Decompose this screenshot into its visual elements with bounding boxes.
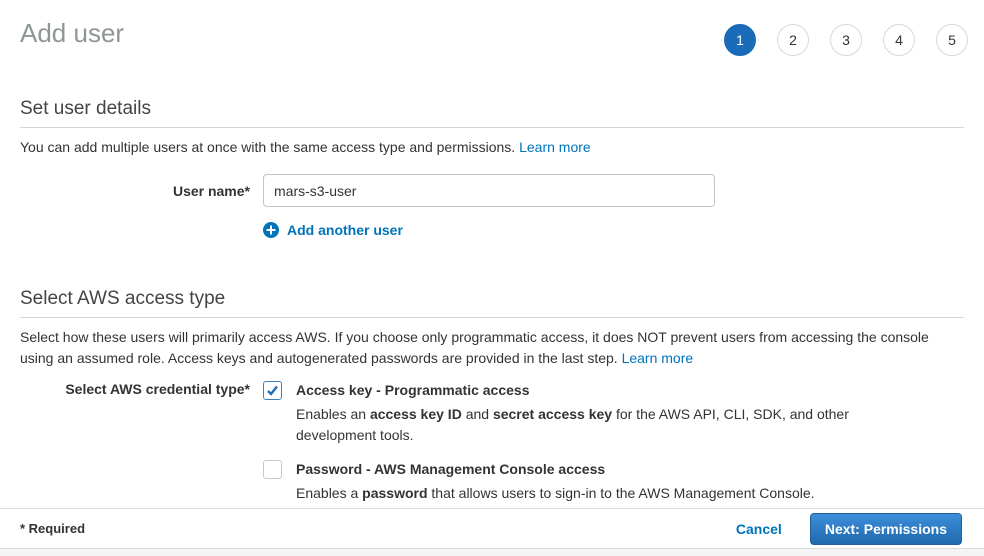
select-access-type-section: Select AWS access type Select how these … (0, 288, 984, 504)
password-checkbox[interactable] (263, 460, 282, 479)
desc-text: Enables a (296, 485, 362, 501)
desc-text: that allows users to sign-in to the AWS … (428, 485, 815, 501)
access-type-description-text: Select how these users will primarily ac… (20, 329, 929, 366)
access-key-option: Access key - Programmatic access Enables… (263, 381, 858, 446)
page-bottom-strip (0, 548, 984, 556)
page-title: Add user (20, 18, 124, 49)
password-option-title: Password - AWS Management Console access (296, 460, 815, 479)
credential-type-label: Select AWS credential type* (0, 381, 250, 397)
password-option: Password - AWS Management Console access… (263, 460, 858, 504)
user-details-description: You can add multiple users at once with … (20, 137, 964, 158)
learn-more-link-user-details[interactable]: Learn more (519, 139, 591, 155)
required-note: * Required (20, 521, 85, 536)
password-option-desc: Enables a password that allows users to … (296, 483, 815, 504)
footer-actions: Cancel Next: Permissions (736, 513, 962, 545)
wizard-header: Add user 1 2 3 4 5 (0, 0, 984, 56)
section-divider (20, 127, 964, 128)
access-key-option-desc: Enables an access key ID and secret acce… (296, 404, 858, 446)
section-heading-user-details: Set user details (20, 98, 964, 120)
add-another-user-label[interactable]: Add another user (287, 222, 403, 238)
desc-text: Enables an (296, 406, 370, 422)
username-row: User name* (0, 174, 984, 207)
access-key-checkbox[interactable] (263, 381, 282, 400)
learn-more-link-access-type[interactable]: Learn more (622, 350, 694, 366)
section-divider (20, 317, 964, 318)
desc-bold: secret access key (493, 406, 612, 422)
password-option-text: Password - AWS Management Console access… (296, 460, 815, 504)
add-user-page: Add user 1 2 3 4 5 Set user details You … (0, 0, 984, 556)
step-2: 2 (777, 24, 809, 56)
set-user-details-section: Set user details You can add multiple us… (0, 98, 984, 238)
add-another-user-button[interactable]: Add another user (263, 222, 984, 238)
step-3: 3 (830, 24, 862, 56)
section-heading-access-type: Select AWS access type (20, 288, 964, 310)
credential-type-row: Select AWS credential type* Access key -… (0, 381, 984, 504)
username-label: User name* (0, 183, 250, 199)
step-4: 4 (883, 24, 915, 56)
next-permissions-button[interactable]: Next: Permissions (810, 513, 962, 545)
access-key-option-text: Access key - Programmatic access Enables… (296, 381, 858, 446)
desc-text: and (462, 406, 493, 422)
access-type-description: Select how these users will primarily ac… (20, 327, 964, 369)
username-input[interactable] (263, 174, 715, 207)
step-5: 5 (936, 24, 968, 56)
credential-options: Access key - Programmatic access Enables… (263, 381, 858, 504)
user-details-description-text: You can add multiple users at once with … (20, 139, 515, 155)
access-key-option-title: Access key - Programmatic access (296, 381, 858, 400)
step-1: 1 (724, 24, 756, 56)
desc-bold: password (362, 485, 427, 501)
wizard-footer: * Required Cancel Next: Permissions (0, 508, 984, 548)
checkmark-icon (266, 384, 279, 397)
desc-bold: access key ID (370, 406, 462, 422)
cancel-button[interactable]: Cancel (736, 521, 782, 537)
step-indicator: 1 2 3 4 5 (724, 24, 968, 56)
plus-circle-icon[interactable] (263, 222, 279, 238)
